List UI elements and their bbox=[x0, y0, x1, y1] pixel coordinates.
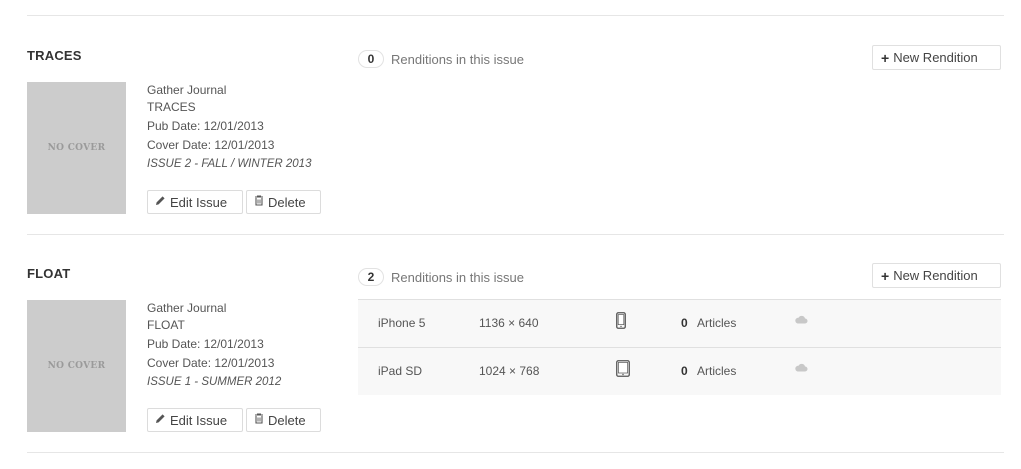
new-rendition-button[interactable]: + New Rendition bbox=[872, 263, 1001, 288]
rendition-name: iPhone 5 bbox=[378, 316, 426, 330]
rendition-dimensions: 1024 × 768 bbox=[479, 364, 540, 378]
cover-date: Cover Date: 12/01/2013 bbox=[147, 356, 275, 370]
pub-date: Pub Date: 12/01/2013 bbox=[147, 337, 264, 351]
rendition-row-iphone-5[interactable]: iPhone 5 1136 × 640 0 Articles bbox=[358, 299, 1001, 347]
pencil-icon bbox=[155, 195, 166, 209]
trash-icon bbox=[254, 195, 264, 209]
cloud-icon bbox=[794, 361, 808, 375]
issue-label: ISSUE 1 - SUMMER 2012 bbox=[147, 376, 282, 388]
edit-issue-button[interactable]: Edit Issue bbox=[147, 408, 243, 432]
new-rendition-label: New Rendition bbox=[893, 50, 978, 65]
pencil-icon bbox=[155, 413, 166, 427]
plus-icon: + bbox=[881, 267, 890, 284]
edit-issue-button[interactable]: Edit Issue bbox=[147, 190, 243, 214]
cover-placeholder: NO COVER bbox=[27, 300, 126, 432]
delete-issue-label: Delete bbox=[268, 412, 306, 428]
divider bbox=[27, 452, 1004, 453]
issue-meta: Gather Journal FLOAT Pub Date: 12/01/201… bbox=[147, 299, 281, 392]
rendition-name: iPad SD bbox=[378, 364, 423, 378]
issue-title: TRACES bbox=[27, 48, 82, 63]
cover-placeholder-text: NO COVER bbox=[47, 143, 106, 153]
rendition-count-badge: 0 bbox=[358, 50, 384, 68]
rendition-table: iPhone 5 1136 × 640 0 Articles iPad SD 1… bbox=[358, 299, 1001, 395]
cover-placeholder: NO COVER bbox=[27, 82, 126, 214]
rendition-count-text: Renditions in this issue bbox=[391, 51, 524, 67]
delete-issue-button[interactable]: Delete bbox=[246, 190, 321, 214]
rendition-count: 2 Renditions in this issue bbox=[358, 268, 524, 286]
rendition-count-text: Renditions in this issue bbox=[391, 269, 524, 285]
cover-placeholder-text: NO COVER bbox=[47, 361, 106, 371]
issue-meta: Gather Journal TRACES Pub Date: 12/01/20… bbox=[147, 81, 311, 174]
delete-issue-button[interactable]: Delete bbox=[246, 408, 321, 432]
issue-name: TRACES bbox=[147, 100, 196, 114]
cloud-icon bbox=[794, 313, 808, 327]
tablet-icon bbox=[616, 360, 630, 380]
edit-issue-label: Edit Issue bbox=[170, 194, 228, 210]
divider bbox=[27, 234, 1004, 235]
plus-icon: + bbox=[881, 49, 890, 66]
trash-icon bbox=[254, 413, 264, 427]
article-count: 0 bbox=[681, 316, 688, 330]
phone-icon bbox=[616, 312, 626, 332]
rendition-row-ipad-sd[interactable]: iPad SD 1024 × 768 0 Articles bbox=[358, 347, 1001, 395]
cover-date: Cover Date: 12/01/2013 bbox=[147, 138, 275, 152]
issue-title: FLOAT bbox=[27, 266, 71, 281]
articles-label: Articles bbox=[697, 316, 737, 330]
issue-name: FLOAT bbox=[147, 318, 185, 332]
articles-label: Articles bbox=[697, 364, 737, 378]
delete-issue-label: Delete bbox=[268, 194, 306, 210]
rendition-count-badge: 2 bbox=[358, 268, 384, 286]
rendition-count: 0 Renditions in this issue bbox=[358, 50, 524, 68]
edit-issue-label: Edit Issue bbox=[170, 412, 228, 428]
pub-date: Pub Date: 12/01/2013 bbox=[147, 119, 264, 133]
divider bbox=[27, 15, 1004, 16]
rendition-dimensions: 1136 × 640 bbox=[479, 316, 539, 330]
article-count: 0 bbox=[681, 364, 688, 378]
new-rendition-button[interactable]: + New Rendition bbox=[872, 45, 1001, 70]
issue-label: ISSUE 2 - FALL / WINTER 2013 bbox=[147, 158, 312, 170]
new-rendition-label: New Rendition bbox=[893, 268, 978, 283]
